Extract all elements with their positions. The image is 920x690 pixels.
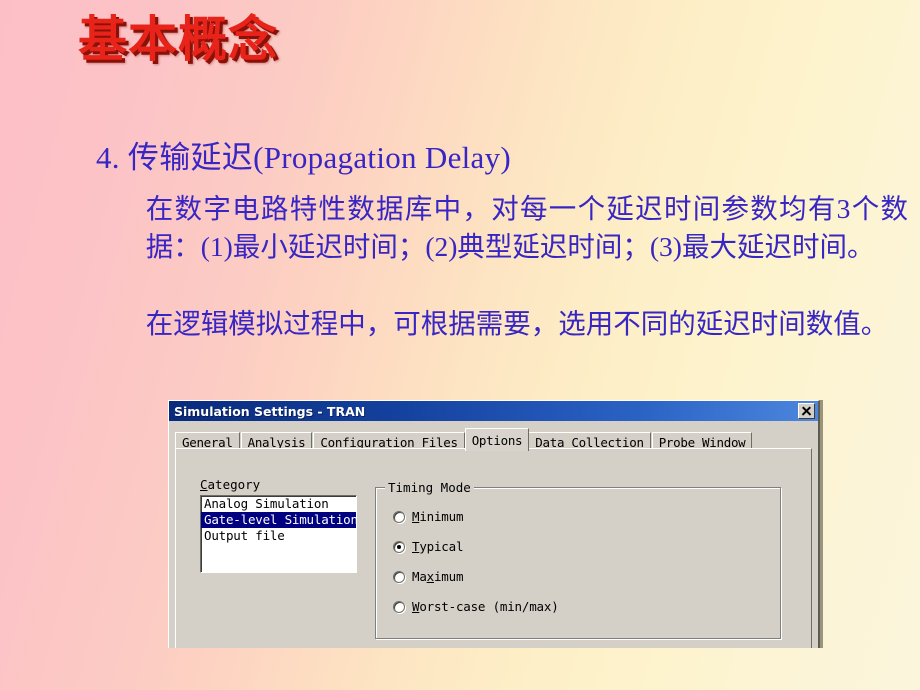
list-item[interactable]: Gate-level Simulation [201, 512, 356, 528]
list-item[interactable]: Analog Simulation [201, 496, 356, 512]
simulation-settings-dialog: Simulation Settings - TRAN General Analy… [168, 400, 820, 648]
radio-typical-label: ypical [419, 539, 464, 554]
radio-worst-case-label: orst-case (min/max) [419, 599, 559, 614]
section-heading: 4. 传输延迟(Propagation Delay) [96, 140, 512, 175]
radio-maximum-mnemonic: x [426, 569, 435, 584]
close-icon[interactable] [798, 403, 815, 419]
radio-icon[interactable] [393, 510, 405, 523]
body-paragraph-2: 在逻辑模拟过程中，可根据需要，选用不同的延迟时间数值。 [88, 305, 908, 343]
radio-minimum[interactable]: Minimum [393, 509, 463, 524]
options-tab-page: Category Analog Simulation Gate-level Si… [175, 448, 812, 648]
radio-icon[interactable] [393, 570, 405, 583]
radio-worst-case[interactable]: Worst-case (min/max) [393, 599, 559, 614]
paragraph-1-text: 在数字电路特性数据库中，对每一个延迟时间参数均有3个数据：(1)最小延迟时间；(… [145, 193, 908, 262]
radio-icon[interactable] [393, 600, 405, 613]
radio-maximum-label: imum [433, 569, 464, 584]
radio-typical[interactable]: Typical [393, 539, 463, 554]
body-paragraph-1: 在数字电路特性数据库中，对每一个延迟时间参数均有3个数据：(1)最小延迟时间；(… [88, 190, 908, 266]
tab-options[interactable]: Options [464, 428, 530, 451]
dialog-title: Simulation Settings - TRAN [174, 403, 366, 419]
list-item[interactable]: Output file [201, 528, 356, 544]
dialog-titlebar[interactable]: Simulation Settings - TRAN [169, 401, 818, 421]
category-label: Category [200, 477, 260, 492]
page-title: 基本概念 [78, 11, 279, 68]
category-listbox[interactable]: Analog Simulation Gate-level Simulation … [200, 495, 357, 573]
paragraph-2-text: 在逻辑模拟过程中，可根据需要，选用不同的延迟时间数值。 [145, 308, 889, 339]
radio-icon[interactable] [393, 540, 405, 553]
category-label-mnemonic: C [200, 477, 208, 492]
timing-mode-options: Minimum Typical Maximum Worst-case (min/… [375, 487, 781, 639]
radio-maximum[interactable]: Maximum [393, 569, 463, 584]
radio-maximum-pre: Ma [412, 569, 427, 584]
radio-minimum-label: inimum [419, 509, 464, 524]
slide-canvas: 基本概念 4. 传输延迟(Propagation Delay) 在数字电路特性数… [0, 0, 920, 690]
category-label-rest: ategory [207, 477, 261, 492]
